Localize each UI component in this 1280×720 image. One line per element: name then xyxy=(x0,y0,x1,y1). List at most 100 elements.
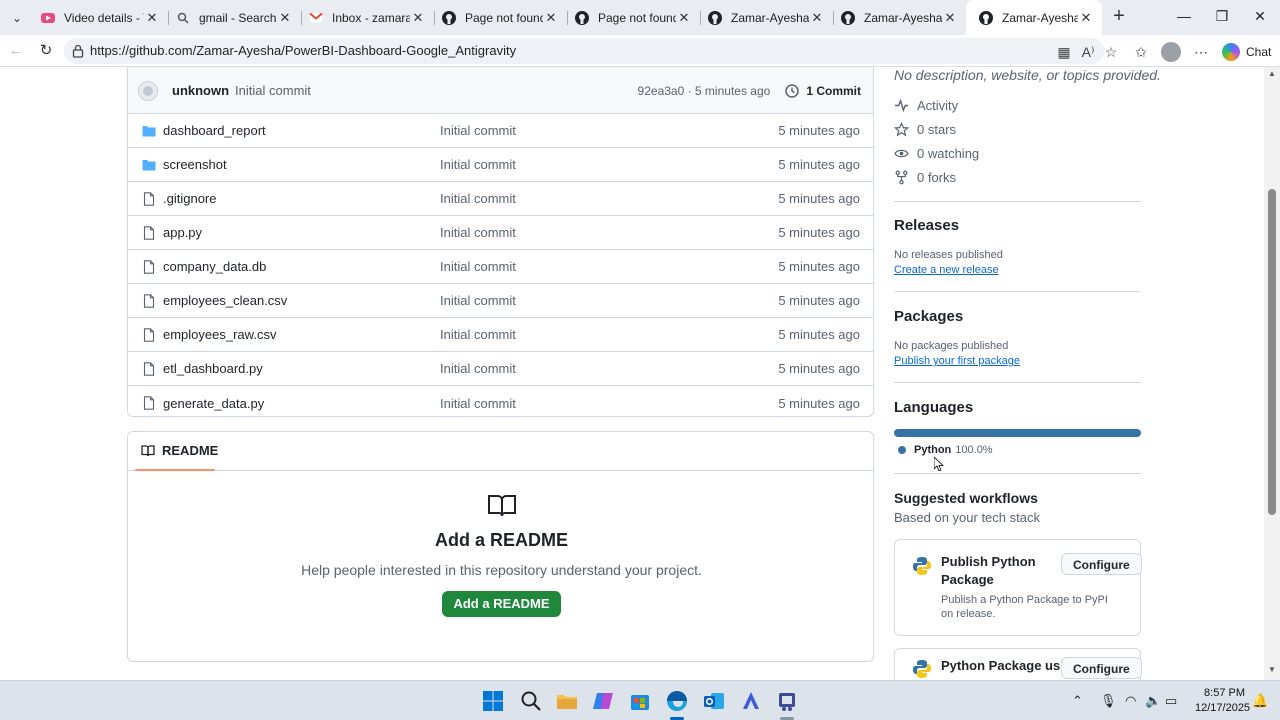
file-commit-message[interactable]: Initial commit xyxy=(440,327,516,342)
snipping-tool-icon[interactable] xyxy=(775,689,799,713)
microphone-icon[interactable]: 🎙 xyxy=(1100,693,1117,709)
tab-github-not-found-1[interactable]: Page not found · GitHub ✕ xyxy=(429,0,567,35)
outlook-icon[interactable] xyxy=(702,689,726,713)
workflow-description: Publish a Python Package to PyPI on rele… xyxy=(941,594,1108,620)
tab-github-repo-2[interactable]: Zamar-Ayesha/PowerBI ✕ xyxy=(828,0,966,35)
file-name-link[interactable]: employees_clean.csv xyxy=(163,293,287,308)
commit-hash-time[interactable]: 92ea3a0 · 5 minutes ago xyxy=(638,84,771,98)
antigravity-icon[interactable] xyxy=(739,689,763,713)
commits-history-link[interactable]: 1 Commit xyxy=(784,83,861,99)
file-commit-message[interactable]: Initial commit xyxy=(440,191,516,206)
address-bar[interactable]: https://github.com/Zamar-Ayesha/PowerBI-… xyxy=(64,38,1104,64)
windows-start-icon[interactable] xyxy=(481,689,505,713)
file-name-link[interactable]: .gitignore xyxy=(163,191,216,206)
file-commit-message[interactable]: Initial commit xyxy=(440,293,516,308)
notification-bell-icon[interactable]: 🔔 xyxy=(1252,693,1268,709)
file-commit-message[interactable]: Initial commit xyxy=(440,396,516,411)
language-item-python[interactable]: Python 100.0% xyxy=(898,444,993,456)
file-commit-message[interactable]: Initial commit xyxy=(440,259,516,274)
readme-empty-description: Help people interested in this repositor… xyxy=(301,562,702,578)
file-name-link[interactable]: etl_dashboard.py xyxy=(163,361,263,376)
battery-icon[interactable]: ▭ xyxy=(1165,693,1177,709)
tab-actions-menu-icon[interactable]: ⌄ xyxy=(6,8,28,28)
activity-link[interactable]: Activity xyxy=(894,98,958,113)
create-release-link[interactable]: Create a new release xyxy=(894,264,999,276)
search-icon[interactable] xyxy=(519,689,543,713)
publish-package-link[interactable]: Publish your first package xyxy=(894,355,1020,367)
file-row: app.py Initial commit 5 minutes ago xyxy=(128,216,873,250)
edge-browser-icon[interactable] xyxy=(665,689,689,713)
file-commit-message[interactable]: Initial commit xyxy=(440,225,516,240)
file-icon xyxy=(143,396,155,410)
back-arrow-icon[interactable]: ← xyxy=(6,41,26,61)
more-menu-icon[interactable]: ⋯ xyxy=(1192,43,1210,61)
watching-link[interactable]: 0 watching xyxy=(894,146,979,161)
minimize-icon[interactable]: — xyxy=(1174,8,1194,24)
commit-author[interactable]: unknown xyxy=(172,83,229,98)
file-name-link[interactable]: dashboard_report xyxy=(163,123,266,138)
file-name-link[interactable]: company_data.db xyxy=(163,259,266,274)
commit-author-avatar[interactable] xyxy=(138,80,158,101)
tab-github-repo-active[interactable]: Zamar-Ayesha/PowerBI ✕ xyxy=(966,0,1102,35)
window-close-icon[interactable]: ✕ xyxy=(1250,8,1270,25)
readme-tab[interactable]: README xyxy=(141,443,218,458)
forks-link[interactable]: 0 forks xyxy=(894,170,956,185)
volume-icon[interactable]: 🔈 xyxy=(1145,693,1161,709)
copilot-app-icon[interactable] xyxy=(591,689,615,713)
file-name-link[interactable]: generate_data.py xyxy=(163,396,264,411)
readme-panel: README Add a README Help people interest… xyxy=(127,431,874,662)
file-row: dashboard_report Initial commit 5 minutes … xyxy=(128,114,873,148)
stars-link[interactable]: 0 stars xyxy=(894,122,956,137)
maximize-icon[interactable]: ❐ xyxy=(1212,8,1232,25)
file-commit-message[interactable]: Initial commit xyxy=(440,361,516,376)
file-name-link[interactable]: employees_raw.csv xyxy=(163,327,276,342)
close-tab-icon[interactable]: ✕ xyxy=(144,10,160,26)
close-tab-icon[interactable]: ✕ xyxy=(676,10,692,26)
tab-gmail-inbox[interactable]: Inbox - zamarayesha ✕ xyxy=(296,0,434,35)
address-url: https://github.com/Zamar-Ayesha/PowerBI-… xyxy=(90,43,517,58)
star-icon xyxy=(894,122,909,137)
tab-gmail-search[interactable]: gmail - Search ✕ xyxy=(163,0,301,35)
releases-heading[interactable]: Releases xyxy=(894,217,959,234)
close-tab-icon[interactable]: ✕ xyxy=(410,10,426,26)
copilot-chat-button[interactable]: Chat xyxy=(1222,42,1271,62)
tab-github-repo-1[interactable]: Zamar-Ayesha/PowerBI ✕ xyxy=(695,0,833,35)
close-tab-icon[interactable]: ✕ xyxy=(277,10,293,26)
configure-button[interactable]: Configure xyxy=(1061,657,1142,679)
profile-avatar[interactable] xyxy=(1161,42,1181,62)
split-screen-icon[interactable]: ▦ xyxy=(1055,43,1073,61)
commit-message[interactable]: Initial commit xyxy=(235,83,638,98)
wifi-icon[interactable]: ◠ xyxy=(1125,693,1136,709)
page-scrollbar[interactable]: ▲ ▼ xyxy=(1264,67,1280,680)
read-aloud-icon[interactable]: A⁾ xyxy=(1079,43,1097,61)
tab-youtube-studio[interactable]: Video details - YouTube ✕ xyxy=(28,0,168,35)
scrollbar-thumb[interactable] xyxy=(1268,189,1276,515)
close-tab-icon[interactable]: ✕ xyxy=(809,10,825,26)
close-tab-icon[interactable]: ✕ xyxy=(543,10,559,26)
close-tab-icon[interactable]: ✕ xyxy=(942,10,958,26)
packages-heading[interactable]: Packages xyxy=(894,308,963,325)
reload-icon[interactable]: ↻ xyxy=(36,41,56,61)
site-info-icon[interactable] xyxy=(72,44,84,58)
scroll-down-icon[interactable]: ▼ xyxy=(1268,665,1276,674)
file-commit-message[interactable]: Initial commit xyxy=(440,123,516,138)
favorite-star-icon[interactable]: ☆ xyxy=(1102,43,1120,61)
workflow-title: Python Package using xyxy=(941,658,1080,673)
scroll-up-icon[interactable]: ▲ xyxy=(1268,69,1276,78)
file-row: screenshot Initial commit 5 minutes ago xyxy=(128,148,873,182)
new-tab-plus-icon[interactable]: + xyxy=(1108,6,1130,28)
close-tab-icon[interactable]: ✕ xyxy=(1078,10,1094,26)
file-explorer-icon[interactable] xyxy=(555,689,579,713)
add-readme-button[interactable]: Add a README xyxy=(442,591,561,617)
microsoft-store-icon[interactable] xyxy=(628,689,652,713)
folder-icon xyxy=(142,126,156,137)
file-commit-message[interactable]: Initial commit xyxy=(440,157,516,172)
configure-button[interactable]: Configure xyxy=(1061,553,1142,575)
show-hidden-icons-chevron-icon[interactable]: ⌃ xyxy=(1072,693,1083,709)
file-name-link[interactable]: screenshot xyxy=(163,157,227,172)
tab-github-not-found-2[interactable]: Page not found · GitHub ✕ xyxy=(562,0,700,35)
system-clock[interactable]: 8:57 PM 12/17/2025 xyxy=(1195,686,1250,716)
github-icon xyxy=(840,10,856,26)
file-name-link[interactable]: app.py xyxy=(163,225,202,240)
favorites-icon[interactable]: ✩ xyxy=(1132,43,1150,61)
